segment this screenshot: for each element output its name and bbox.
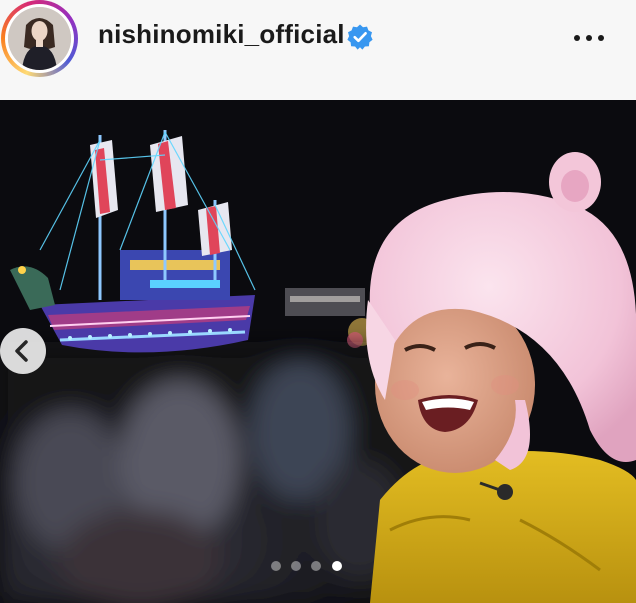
carousel-indicator <box>271 559 351 573</box>
chevron-left-icon <box>15 340 28 362</box>
carousel-dot <box>291 561 301 571</box>
story-ring[interactable] <box>1 0 78 77</box>
instagram-post: nishinomiki_official <box>0 0 636 603</box>
post-photo[interactable] <box>0 100 636 603</box>
verified-badge-icon <box>347 24 373 50</box>
carousel-dot-active <box>332 561 342 571</box>
avatar <box>8 7 71 70</box>
night-parade-photo <box>0 100 636 603</box>
carousel-dot <box>271 561 281 571</box>
more-options-icon <box>574 35 580 41</box>
username[interactable]: nishinomiki_official <box>98 19 345 50</box>
more-options-button[interactable] <box>569 24 609 52</box>
carousel-dot <box>311 561 321 571</box>
post-header: nishinomiki_official <box>0 0 636 100</box>
previous-slide-button[interactable] <box>0 328 46 374</box>
